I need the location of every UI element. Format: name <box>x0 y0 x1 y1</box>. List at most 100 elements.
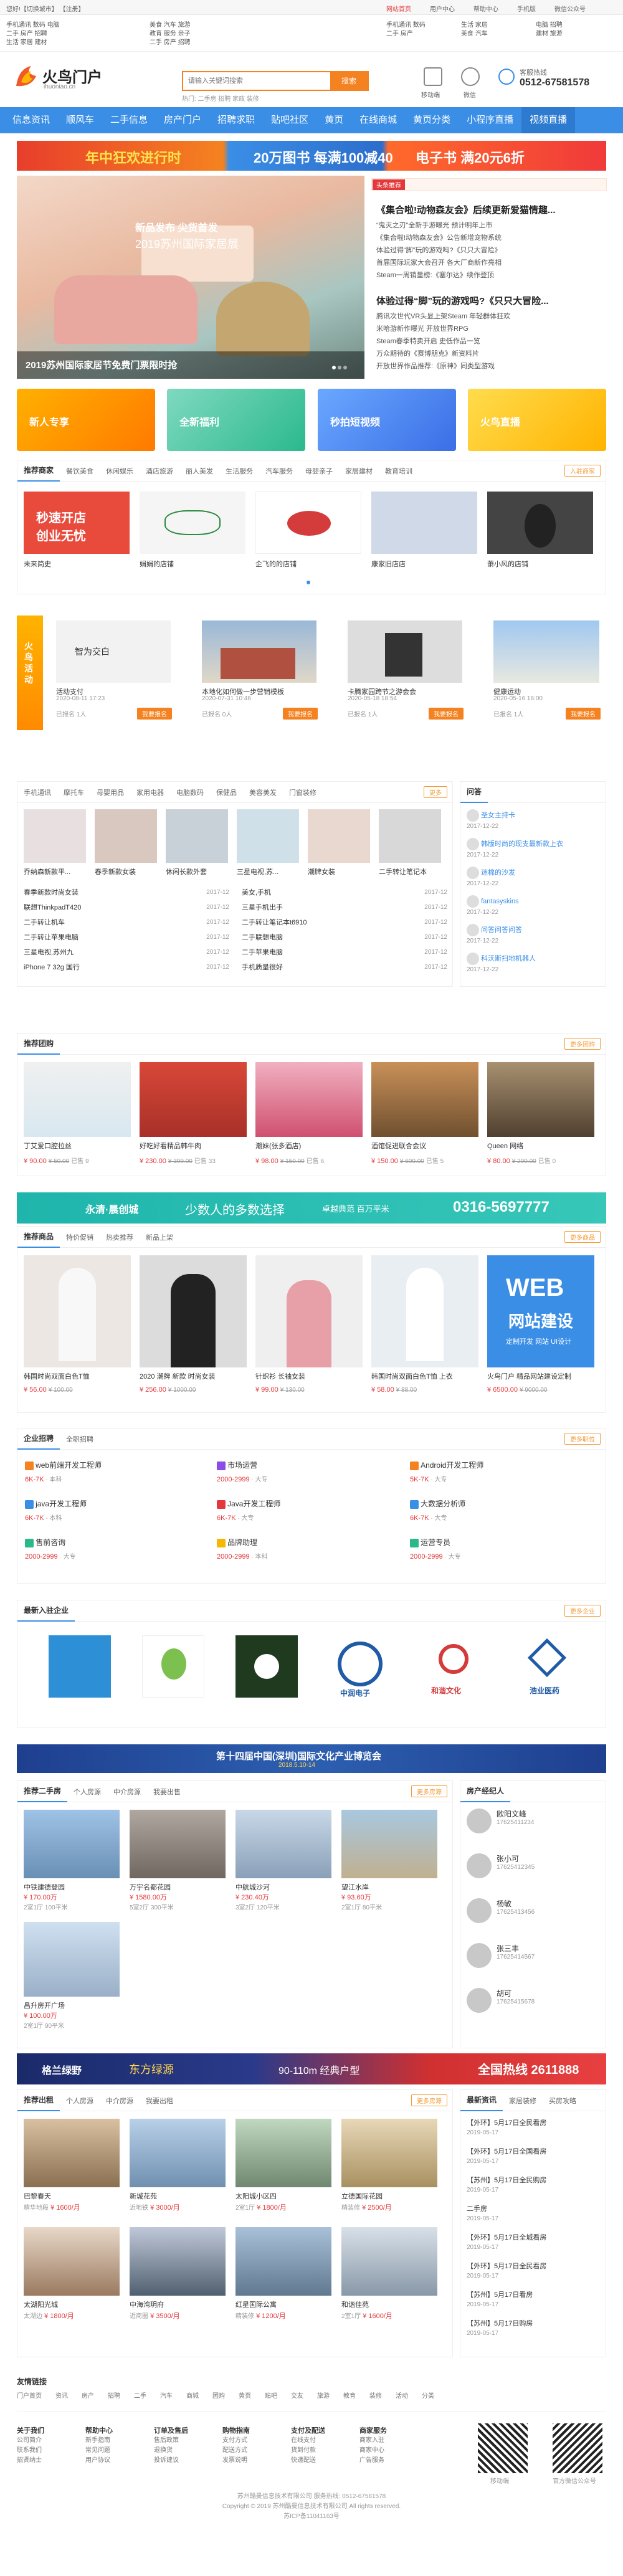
help-link[interactable]: 帮助中心 <box>473 4 498 13</box>
nav-item[interactable]: 小程序直播 <box>459 107 521 133</box>
news-item[interactable]: 【苏州】5月17日全民购房 2019-05-17 <box>467 2176 601 2205</box>
news-item[interactable]: 体验过得“脚”玩的游戏吗?《只只大冒险》 <box>376 244 502 257</box>
tab[interactable]: 电脑数码 <box>170 787 210 797</box>
house-image[interactable] <box>235 1810 331 1878</box>
agent-item[interactable]: 胡可 17625415678 <box>467 1988 601 2033</box>
tab[interactable]: 家居装修 <box>503 2096 543 2106</box>
deal-title[interactable]: Queen 网络 <box>487 1141 523 1151</box>
news-item[interactable]: 腾讯次世代VR头显上架Steam 年轻群体狂欢 <box>376 310 510 323</box>
promo-banner[interactable]: 年中狂欢进行时 20万图书 每满100减40 电子书 满20元6折 <box>17 141 606 171</box>
cat-link[interactable]: 数码 <box>413 22 426 29</box>
more-button[interactable]: 入驻商家 <box>564 465 601 477</box>
product-image[interactable] <box>140 1255 247 1367</box>
footer-link[interactable]: 商家入驻 <box>359 2436 422 2446</box>
cat-link[interactable]: 手机通讯 <box>6 22 31 29</box>
qa-item[interactable]: 韩版时尚的现支最新款上衣 2017-12-22 <box>467 838 601 867</box>
rent-image[interactable] <box>130 2119 226 2187</box>
shop-name[interactable]: 娟娟的店铺 <box>140 559 174 569</box>
rent-title[interactable]: 立德国际花园 <box>341 2191 383 2201</box>
rent-title[interactable]: 中海湾玥府 <box>130 2299 164 2309</box>
cat-link[interactable]: 汽车 <box>475 31 488 37</box>
news-item[interactable]: 万众期待的《赛博朋克》新资料片 <box>376 348 510 360</box>
tab[interactable]: 最新资讯 <box>460 2090 503 2111</box>
tab[interactable]: 保健品 <box>210 787 243 797</box>
company-logo[interactable]: 和谐文化 <box>422 1635 485 1698</box>
product-image[interactable] <box>255 1255 363 1367</box>
tab[interactable]: 酒店旅游 <box>140 466 179 476</box>
news-headline[interactable]: 《集合啦!动物森友会》后续更新爱猫情趣... <box>376 203 607 216</box>
activity-image[interactable] <box>493 620 599 683</box>
item-image[interactable] <box>95 809 157 863</box>
nav-item[interactable]: 顺风车 <box>58 107 102 133</box>
tab[interactable]: 休闲娱乐 <box>100 466 140 476</box>
nav-home-link[interactable]: 网站首页 <box>386 4 411 13</box>
cat-link[interactable]: 教育 <box>150 31 162 37</box>
qa-item[interactable]: 圣女主持卡 2017-12-22 <box>467 809 601 838</box>
cat-link[interactable]: 美食 <box>461 31 473 37</box>
more-button[interactable]: 更多团购 <box>564 1038 601 1050</box>
search-input[interactable] <box>183 72 320 90</box>
house-title[interactable]: 中航城沙河 <box>235 1882 270 1892</box>
footer-link[interactable]: 配送方式 <box>222 2446 285 2456</box>
rent-image[interactable] <box>24 2119 120 2187</box>
rent-title[interactable]: 新城花苑 <box>130 2191 157 2201</box>
cat-link[interactable]: 美食 <box>150 22 162 29</box>
footer-link[interactable]: 商家中心 <box>359 2446 422 2456</box>
footer-link[interactable]: 联系我们 <box>17 2446 79 2456</box>
tab[interactable]: 汽车服务 <box>259 466 299 476</box>
job-item[interactable]: Android开发工程师 5K-7K · 大专 <box>410 1460 591 1498</box>
shop-name[interactable]: 未来简史 <box>24 559 51 569</box>
expo-banner[interactable]: 第十四届中国(深圳)国际文化产业博览会 2018.5.10-14 <box>17 1744 606 1773</box>
house-title[interactable]: 万宇名都花园 <box>130 1882 171 1892</box>
news-headline[interactable]: 体验过得“脚”玩的游戏吗?《只只大冒险... <box>376 294 607 307</box>
deal-image[interactable] <box>24 1062 131 1137</box>
item-image[interactable] <box>237 809 299 863</box>
footer-link[interactable]: 公司简介 <box>17 2436 79 2446</box>
footer-link[interactable]: 货到付款 <box>291 2446 353 2456</box>
house-image[interactable] <box>24 1922 120 1997</box>
tab[interactable]: 中介房源 <box>100 2096 140 2106</box>
job-item[interactable]: 市场运营 2000-2999 · 大专 <box>217 1460 397 1498</box>
job-item[interactable]: web前端开发工程师 6K-7K · 本科 <box>25 1460 206 1498</box>
footer-link[interactable]: 招贤纳士 <box>17 2456 79 2466</box>
nav-item[interactable]: 视频直播 <box>521 107 576 133</box>
activity-image[interactable] <box>202 620 316 683</box>
rent-image[interactable] <box>341 2227 437 2296</box>
cat-link[interactable]: 汽车 <box>164 22 176 29</box>
agent-item[interactable]: 欧阳文峰 17625411234 <box>467 1808 601 1853</box>
rent-title[interactable]: 太湖阳光城 <box>24 2299 58 2309</box>
friend-link[interactable]: 活动 <box>396 2390 408 2400</box>
tab[interactable]: 我要出租 <box>140 2096 179 2106</box>
signup-button[interactable]: 我要报名 <box>429 708 464 720</box>
tab[interactable]: 丽人美发 <box>179 466 219 476</box>
tab[interactable]: 全职招聘 <box>60 1434 100 1444</box>
rent-image[interactable] <box>130 2227 226 2296</box>
item-image[interactable] <box>308 809 370 863</box>
rent-image[interactable] <box>24 2227 120 2296</box>
tab[interactable]: 特价促销 <box>60 1232 100 1242</box>
nav-item[interactable]: 在线商城 <box>351 107 405 133</box>
cat-link[interactable]: 生活 <box>461 22 473 29</box>
search-button[interactable]: 搜索 <box>330 72 368 90</box>
rent-title[interactable]: 巴黎春天 <box>24 2191 51 2201</box>
user-center-link[interactable]: 用户中心 <box>430 4 455 13</box>
product-title[interactable]: 韩国时尚双面白色T恤 <box>24 1371 90 1381</box>
more-button[interactable]: 更多企业 <box>564 1605 601 1617</box>
company-logo[interactable]: 浩业医药 <box>516 1635 578 1698</box>
job-item[interactable]: 品牌助理 2000-2999 · 本科 <box>217 1537 397 1576</box>
logo-icon[interactable] <box>12 62 40 90</box>
house-image[interactable] <box>130 1810 226 1878</box>
shop-name[interactable]: 企飞的的店铺 <box>255 559 297 569</box>
house-title[interactable]: 望江水岸 <box>341 1882 369 1892</box>
list-item[interactable]: 三星手机出手 2017-12 <box>242 900 447 915</box>
footer-link[interactable]: 常见问题 <box>85 2446 148 2456</box>
news-item[interactable]: 【苏州】5月17日购房 2019-05-17 <box>467 2319 601 2348</box>
item-title[interactable]: 三星电视,苏... <box>237 867 299 877</box>
item-title[interactable]: 休闲长款外套 <box>166 867 228 877</box>
list-item[interactable]: 二手苹果电脑 2017-12 <box>242 945 447 960</box>
footer-link[interactable]: 售后政策 <box>154 2436 216 2446</box>
qa-item[interactable]: fantasyskins 2017-12-22 <box>467 895 601 924</box>
tab[interactable]: 教育培训 <box>379 466 419 476</box>
signup-button[interactable]: 我要报名 <box>283 708 318 720</box>
hero-title[interactable]: 2019苏州国际家居节免费门票限时抢 <box>26 358 177 371</box>
